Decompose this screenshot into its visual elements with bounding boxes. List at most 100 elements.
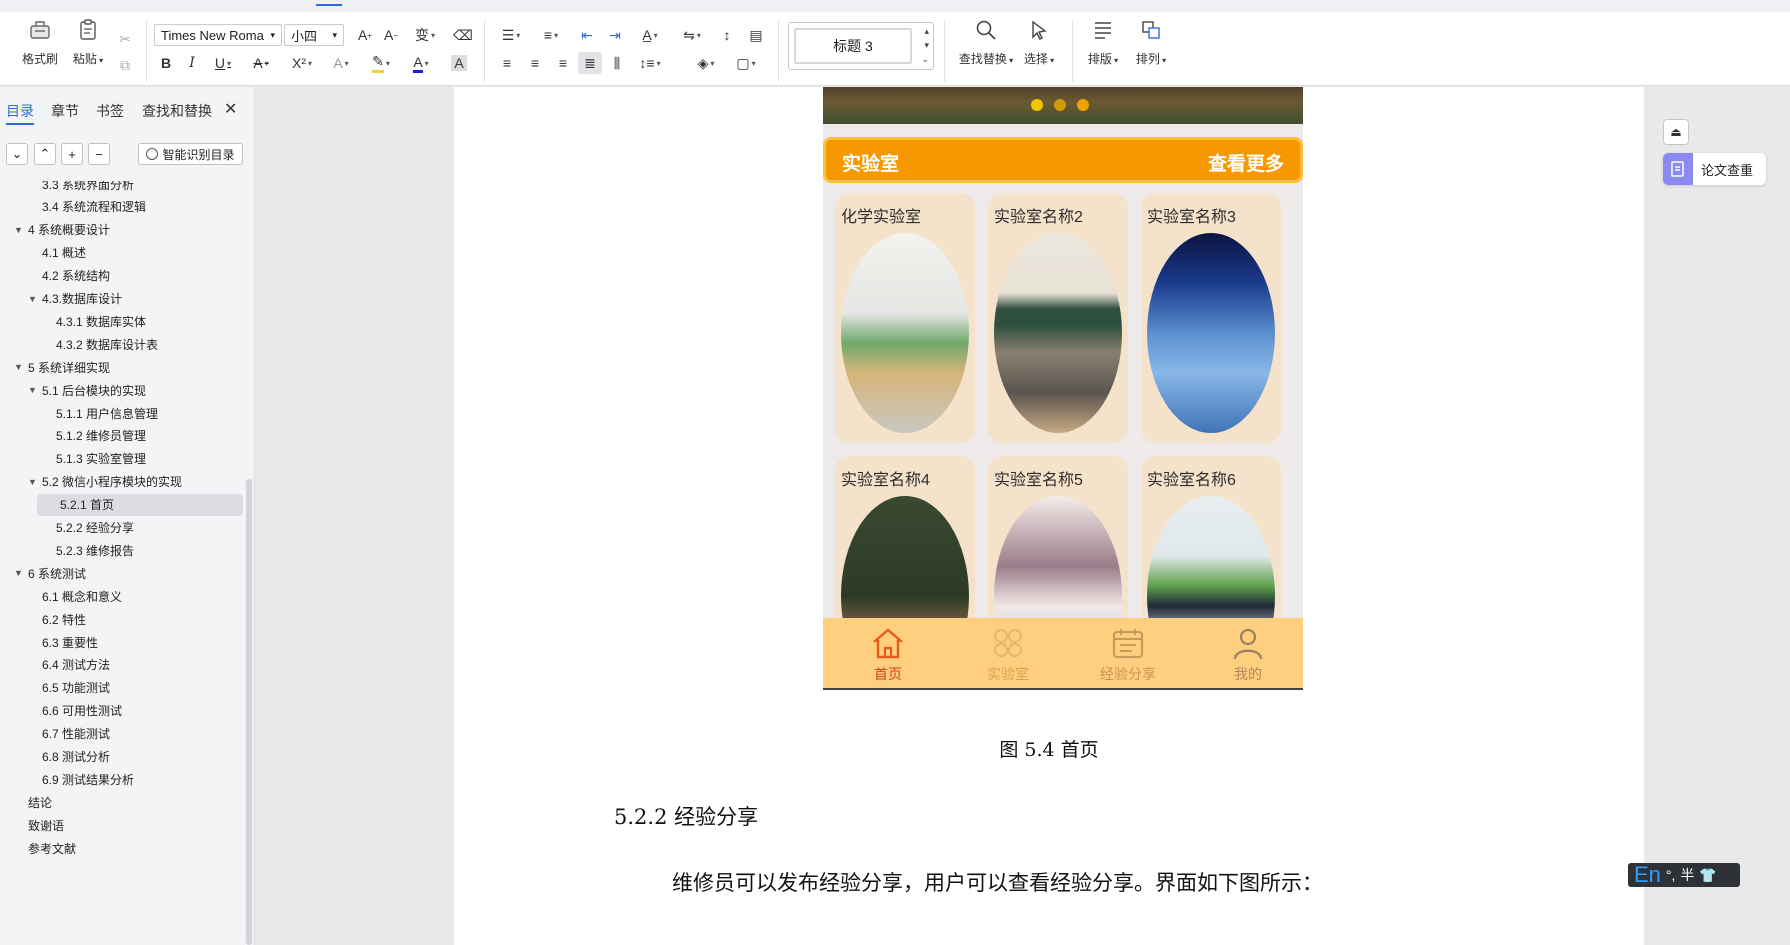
toc-item[interactable]: ▼ 6 系统测试 (0, 562, 244, 584)
toc-scrollbar[interactable] (246, 479, 252, 945)
font-size-select[interactable]: 小四 ▾ (284, 24, 344, 46)
chevron-up-icon[interactable]: ⌃ (34, 143, 56, 165)
chevron-down-icon[interactable]: ⌄ (6, 143, 28, 165)
toc-item[interactable]: 5.1.3 实验室管理 (0, 448, 244, 470)
toc-item[interactable]: ▼ 5.1 后台模块的实现 (0, 379, 244, 401)
select-button[interactable]: 选择 ▾ (1016, 16, 1062, 72)
arrange-button[interactable]: 排列 ▾ (1128, 16, 1174, 72)
tab-label: 经验分享 (1100, 666, 1156, 682)
bold-icon[interactable]: B (156, 52, 176, 74)
cut-icon[interactable]: ✂ (114, 28, 136, 50)
line-break-icon[interactable]: ⇋ ▾ (676, 24, 708, 46)
ime-width[interactable]: 半 (1680, 865, 1694, 885)
toc-item[interactable]: 6.6 可用性测试 (0, 700, 244, 722)
close-icon[interactable]: ✕ (224, 99, 237, 119)
toc-item[interactable]: ▼ 4.3.数据库设计 (0, 288, 244, 310)
toc-item[interactable]: 6.1 概念和意义 (0, 585, 244, 607)
tab-bookmark[interactable]: 书签 (96, 101, 124, 121)
align-left-icon[interactable]: ≡ (496, 52, 518, 74)
toc-item[interactable]: 4.3.2 数据库设计表 (0, 333, 244, 355)
underline-icon[interactable]: U ▾ (208, 52, 238, 74)
toc-item[interactable]: 结论 (0, 791, 244, 813)
skin-icon[interactable]: 👕 (1699, 867, 1716, 884)
toc-item[interactable]: 5.1.2 维修员管理 (0, 425, 244, 447)
ime-punctuation[interactable]: °, (1666, 867, 1676, 883)
border-icon[interactable]: ▢ ▾ (730, 52, 762, 74)
expand-triangle-icon[interactable]: ▼ (14, 225, 28, 235)
toc-item[interactable]: 3.4 系统流程和逻辑 (0, 196, 244, 218)
ime-mode[interactable]: En (1634, 864, 1661, 886)
font-color-icon[interactable]: A ▾ (406, 52, 436, 74)
text-effect-icon[interactable]: A ▾ (326, 52, 356, 74)
numbered-list-icon[interactable]: ≡ ▾ (536, 24, 566, 46)
line-spacing-icon[interactable]: ↕≡ ▾ (634, 52, 666, 74)
superscript-icon[interactable]: X² ▾ (286, 52, 318, 74)
expand-styles-icon[interactable]: ⌄ (921, 54, 929, 65)
style-gallery[interactable]: 标题 3 ▴ ▾ ⌄ (788, 22, 934, 70)
toc-item-label: 5.2.2 经验分享 (56, 521, 135, 535)
paste-button[interactable]: 粘贴 ▾ (66, 16, 110, 72)
strikethrough-icon[interactable]: A ▾ (246, 52, 276, 74)
increase-indent-icon[interactable]: ⇥ (604, 24, 626, 46)
toc-item[interactable]: 5.2.3 维修报告 (0, 539, 244, 561)
toc-item[interactable]: ▼ 4 系统概要设计 (0, 219, 244, 241)
tab-chapter[interactable]: 章节 (51, 101, 79, 121)
ime-status-bar[interactable]: En °, 半 👕 (1628, 863, 1740, 887)
toc-item[interactable]: 6.5 功能测试 (0, 677, 244, 699)
style-current[interactable]: 标题 3 (794, 28, 912, 64)
toc-item[interactable]: 4.1 概述 (0, 242, 244, 264)
smart-toc-button[interactable]: 智能识别目录 (138, 143, 243, 165)
toc-item[interactable]: 5.2.2 经验分享 (0, 517, 244, 539)
collapse-ribbon-icon[interactable]: ⏏ (1663, 119, 1689, 145)
chevron-up-icon[interactable]: ▴ (924, 26, 929, 37)
copy-icon[interactable]: ⧉ (114, 54, 136, 76)
align-right-icon[interactable]: ≡ (552, 52, 574, 74)
clear-format-icon[interactable]: ⌫ (452, 24, 474, 46)
bullet-list-icon[interactable]: ☰ ▾ (496, 24, 526, 46)
table-grid-icon[interactable]: ▤ (744, 24, 768, 46)
add-heading-icon[interactable]: + (61, 143, 83, 165)
justify-icon[interactable]: ≣ (578, 52, 602, 74)
sort-icon[interactable]: ↕ (716, 24, 738, 46)
phonetic-guide-icon[interactable]: 变 ▾ (408, 24, 442, 46)
layout-button[interactable]: 排版 ▾ (1080, 16, 1126, 72)
char-shading-icon[interactable]: A (448, 52, 470, 74)
tab-find-replace[interactable]: 查找和替换 (142, 101, 212, 121)
toc-item[interactable]: 5.1.1 用户信息管理 (0, 402, 244, 424)
expand-triangle-icon[interactable]: ▼ (28, 294, 42, 304)
toc-item[interactable]: 6.2 特性 (0, 608, 244, 630)
toc-item[interactable]: 致谢语 (0, 814, 244, 836)
italic-icon[interactable]: I (182, 52, 202, 74)
toc-item[interactable]: 6.4 测试方法 (0, 654, 244, 676)
expand-triangle-icon[interactable]: ▼ (14, 568, 28, 578)
expand-triangle-icon[interactable]: ▼ (28, 477, 42, 487)
expand-triangle-icon[interactable]: ▼ (28, 385, 42, 395)
highlight-icon[interactable]: ✎ ▾ (364, 52, 398, 74)
find-replace-button[interactable]: 查找替换 ▾ (956, 16, 1016, 72)
toc-item[interactable]: 5.2.1 首页 (37, 493, 243, 516)
toc-item[interactable]: 6.3 重要性 (0, 631, 244, 653)
font-name-select[interactable]: Times New Roma ▾ (154, 24, 282, 46)
align-center-icon[interactable]: ≡ (524, 52, 546, 74)
toc-item[interactable]: 参考文献 (0, 837, 244, 859)
toc-item[interactable]: 4.2 系统结构 (0, 265, 244, 287)
chevron-down-icon[interactable]: ▾ (924, 40, 929, 51)
toc-item[interactable]: ▼ 5 系统详细实现 (0, 356, 244, 378)
toc-item[interactable]: 3.3 系统界面分析 (0, 181, 244, 195)
expand-triangle-icon[interactable]: ▼ (14, 362, 28, 372)
grow-font-icon[interactable]: A + (354, 24, 376, 46)
paper-check-button[interactable]: 论文查重 (1663, 153, 1766, 185)
toc-item[interactable]: 6.9 测试结果分析 (0, 768, 244, 790)
distributed-icon[interactable]: ⫼ (606, 52, 628, 74)
text-direction-icon[interactable]: A̲ ▾ (634, 24, 666, 46)
remove-heading-icon[interactable]: − (88, 143, 110, 165)
shading-icon[interactable]: ◈ ▾ (690, 52, 722, 74)
decrease-indent-icon[interactable]: ⇤ (576, 24, 598, 46)
toc-item[interactable]: 6.7 性能测试 (0, 723, 244, 745)
shrink-font-icon[interactable]: A − (380, 24, 402, 46)
format-painter-button[interactable]: 格式刷 (18, 16, 62, 72)
toc-item[interactable]: 4.3.1 数据库实体 (0, 310, 244, 332)
toc-item[interactable]: 6.8 测试分析 (0, 746, 244, 768)
toc-item[interactable]: ▼ 5.2 微信小程序模块的实现 (0, 471, 244, 493)
tab-toc[interactable]: 目录 (6, 101, 34, 125)
